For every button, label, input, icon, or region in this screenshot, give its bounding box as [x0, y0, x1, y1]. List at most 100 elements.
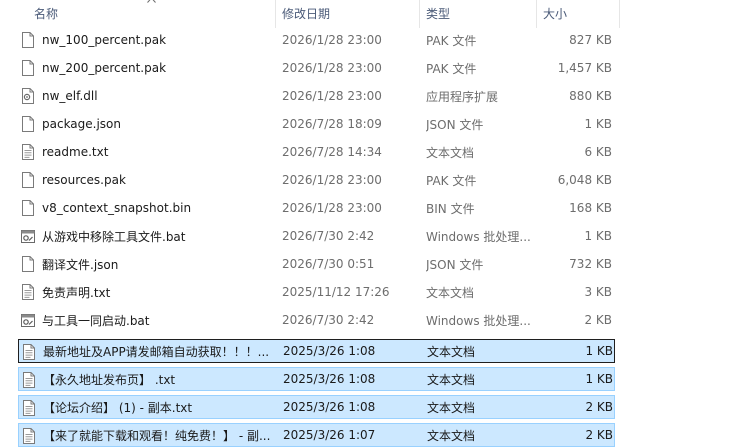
- column-divider[interactable]: [419, 0, 420, 28]
- column-divider[interactable]: [536, 0, 537, 28]
- file-row[interactable]: 翻译文件.json 2026/7/30 0:51 JSON 文件 732 KB: [18, 252, 615, 276]
- file-row[interactable]: 与工具一同启动.bat 2026/7/30 2:42 Windows 批处理..…: [18, 308, 615, 332]
- file-size: 827 KB: [569, 33, 612, 47]
- file-icon: [22, 172, 34, 188]
- file-name: nw_100_percent.pak: [42, 33, 167, 47]
- file-row-selected[interactable]: 【论坛介绍】 (1) - 副本.txt 2025/3/26 1:08 文本文档 …: [18, 395, 615, 419]
- file-type: 文本文档: [427, 344, 476, 359]
- file-icon: [22, 116, 34, 132]
- file-type: Windows 批处理...: [426, 313, 531, 328]
- file-modified: 2026/1/28 23:00: [282, 33, 382, 47]
- file-size: 2 KB: [585, 400, 613, 414]
- file-size: 1,457 KB: [557, 61, 612, 75]
- file-icon: [22, 32, 34, 48]
- column-divider[interactable]: [275, 0, 276, 28]
- column-header-name[interactable]: 名称: [34, 0, 58, 28]
- file-type: 文本文档: [426, 285, 475, 300]
- file-row[interactable]: readme.txt 2026/7/28 14:34 文本文档 6 KB: [18, 140, 615, 164]
- file-type: JSON 文件: [426, 117, 484, 132]
- file-row[interactable]: v8_context_snapshot.bin 2026/1/28 23:00 …: [18, 196, 615, 220]
- file-name: nw_elf.dll: [42, 89, 98, 103]
- file-modified: 2025/3/26 1:08: [283, 400, 376, 414]
- file-name: readme.txt: [42, 145, 109, 159]
- column-divider[interactable]: [619, 0, 620, 28]
- file-name: 【论坛介绍】 (1) - 副本.txt: [43, 400, 193, 415]
- file-icon: [22, 60, 34, 76]
- file-modified: 2026/7/30 2:42: [282, 229, 375, 243]
- text-file-icon: [23, 400, 35, 416]
- file-size: 6 KB: [584, 145, 612, 159]
- file-row-selected[interactable]: 【永久地址发布页】 .txt 2025/3/26 1:08 文本文档 1 KB: [18, 367, 615, 391]
- file-size: 3 KB: [584, 285, 612, 299]
- file-type: PAK 文件: [426, 33, 477, 48]
- file-row-selected[interactable]: 最新地址及APP请发邮箱自动获取！！！... 2025/3/26 1:08 文本…: [18, 339, 615, 363]
- file-modified: 2026/7/28 18:09: [282, 117, 382, 131]
- file-row[interactable]: 免责声明.txt 2025/11/12 17:26 文本文档 3 KB: [18, 280, 615, 304]
- file-row[interactable]: nw_elf.dll 2026/1/28 23:00 应用程序扩展 880 KB: [18, 84, 615, 108]
- file-type: 文本文档: [427, 400, 476, 415]
- file-size: 732 KB: [569, 257, 612, 271]
- batch-file-icon: [21, 230, 35, 243]
- file-size: 1 KB: [584, 117, 612, 131]
- column-header-bar: 名称 修改日期 类型 大小: [0, 0, 753, 28]
- file-modified: 2026/7/30 0:51: [282, 257, 375, 271]
- file-name: package.json: [42, 117, 122, 131]
- file-name: 从游戏中移除工具文件.bat: [42, 229, 186, 244]
- file-type: PAK 文件: [426, 173, 477, 188]
- file-row[interactable]: 从游戏中移除工具文件.bat 2026/7/30 2:42 Windows 批处…: [18, 224, 615, 248]
- file-modified: 2026/1/28 23:00: [282, 173, 382, 187]
- text-file-icon: [22, 284, 34, 300]
- file-name: 与工具一同启动.bat: [42, 313, 150, 328]
- file-type: Windows 批处理...: [426, 229, 531, 244]
- file-name: 最新地址及APP请发邮箱自动获取！！！...: [43, 344, 270, 359]
- file-name: v8_context_snapshot.bin: [42, 201, 192, 215]
- file-type: BIN 文件: [426, 201, 475, 216]
- file-type: 文本文档: [427, 428, 476, 443]
- file-row[interactable]: resources.pak 2026/1/28 23:00 PAK 文件 6,0…: [18, 168, 615, 192]
- file-type: 文本文档: [426, 145, 475, 160]
- file-size: 2 KB: [585, 428, 613, 442]
- file-type: 应用程序扩展: [426, 89, 499, 104]
- text-file-icon: [23, 344, 35, 360]
- text-file-icon: [22, 144, 34, 160]
- file-icon: [22, 200, 34, 216]
- file-row[interactable]: nw_200_percent.pak 2026/1/28 23:00 PAK 文…: [18, 56, 615, 80]
- file-name: resources.pak: [42, 173, 126, 187]
- file-name: 【永久地址发布页】 .txt: [43, 372, 176, 387]
- file-type: 文本文档: [427, 372, 476, 387]
- file-name: 【来了就能下载和观看！纯免费！】 - 副...: [43, 428, 271, 443]
- column-header-modified[interactable]: 修改日期: [282, 0, 330, 28]
- file-modified: 2025/3/26 1:07: [283, 428, 376, 442]
- file-modified: 2025/11/12 17:26: [282, 285, 390, 299]
- text-file-icon: [23, 428, 35, 444]
- file-size: 2 KB: [584, 313, 612, 327]
- file-icon: [22, 256, 34, 272]
- text-file-icon: [23, 372, 35, 388]
- file-modified: 2025/3/26 1:08: [283, 344, 376, 358]
- file-modified: 2026/7/30 2:42: [282, 313, 375, 327]
- file-name: 免责声明.txt: [42, 285, 111, 300]
- file-modified: 2026/7/28 14:34: [282, 145, 382, 159]
- file-modified: 2025/3/26 1:08: [283, 372, 376, 386]
- batch-file-icon: [21, 314, 35, 327]
- file-type: JSON 文件: [426, 257, 484, 272]
- file-size: 168 KB: [569, 201, 612, 215]
- file-row[interactable]: nw_100_percent.pak 2026/1/28 23:00 PAK 文…: [18, 28, 615, 52]
- column-header-size[interactable]: 大小: [543, 0, 567, 28]
- dll-icon: [22, 88, 34, 104]
- file-size: 1 KB: [585, 372, 613, 386]
- file-size: 1 KB: [585, 344, 613, 358]
- file-modified: 2026/1/28 23:00: [282, 61, 382, 75]
- file-size: 6,048 KB: [557, 173, 612, 187]
- file-row[interactable]: package.json 2026/7/28 18:09 JSON 文件 1 K…: [18, 112, 615, 136]
- file-size: 1 KB: [584, 229, 612, 243]
- file-name: 翻译文件.json: [42, 257, 119, 272]
- column-header-type[interactable]: 类型: [426, 0, 450, 28]
- file-type: PAK 文件: [426, 61, 477, 76]
- file-size: 880 KB: [569, 89, 612, 103]
- file-name: nw_200_percent.pak: [42, 61, 167, 75]
- file-modified: 2026/1/28 23:00: [282, 89, 382, 103]
- file-row-selected[interactable]: 【来了就能下载和观看！纯免费！】 - 副... 2025/3/26 1:07 文…: [18, 423, 615, 447]
- sort-ascending-icon[interactable]: [147, 0, 156, 3]
- file-modified: 2026/1/28 23:00: [282, 201, 382, 215]
